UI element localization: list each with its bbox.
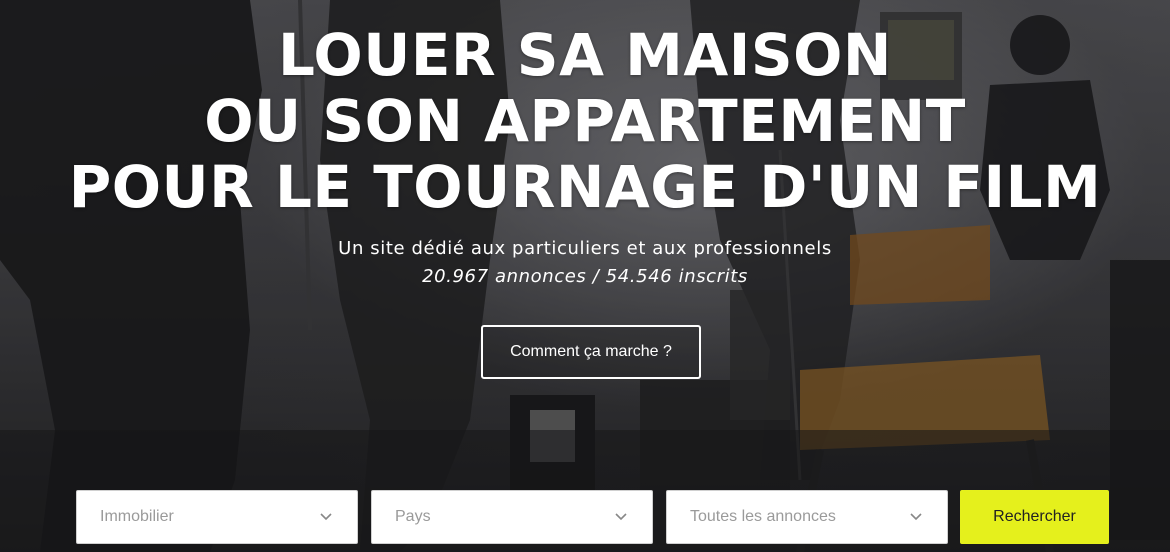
category-select[interactable]: Immobilier — [76, 490, 358, 544]
listings-select[interactable]: Toutes les annonces — [666, 490, 948, 544]
hero-title-line: LOUER SA MAISON — [278, 21, 892, 89]
hero-title-line: OU SON APPARTEMENT — [204, 87, 966, 155]
how-it-works-button[interactable]: Comment ça marche ? — [481, 325, 701, 379]
category-select-value: Immobilier — [100, 508, 174, 525]
hero-title: LOUER SA MAISON OU SON APPARTEMENT POUR … — [0, 22, 1170, 220]
chevron-down-icon — [615, 513, 627, 521]
hero-section: LOUER SA MAISON OU SON APPARTEMENT POUR … — [0, 0, 1170, 552]
listings-select-value: Toutes les annonces — [690, 508, 836, 525]
hero-title-line: POUR LE TOURNAGE D'UN FILM — [68, 153, 1102, 221]
hero-subtitle: Un site dédié aux particuliers et aux pr… — [338, 238, 832, 259]
chevron-down-icon — [910, 513, 922, 521]
search-button[interactable]: Rechercher — [960, 490, 1109, 544]
country-select[interactable]: Pays — [371, 490, 653, 544]
chevron-down-icon — [320, 513, 332, 521]
country-select-value: Pays — [395, 508, 431, 525]
hero-stats: 20.967 annonces / 54.546 inscrits — [422, 266, 748, 287]
